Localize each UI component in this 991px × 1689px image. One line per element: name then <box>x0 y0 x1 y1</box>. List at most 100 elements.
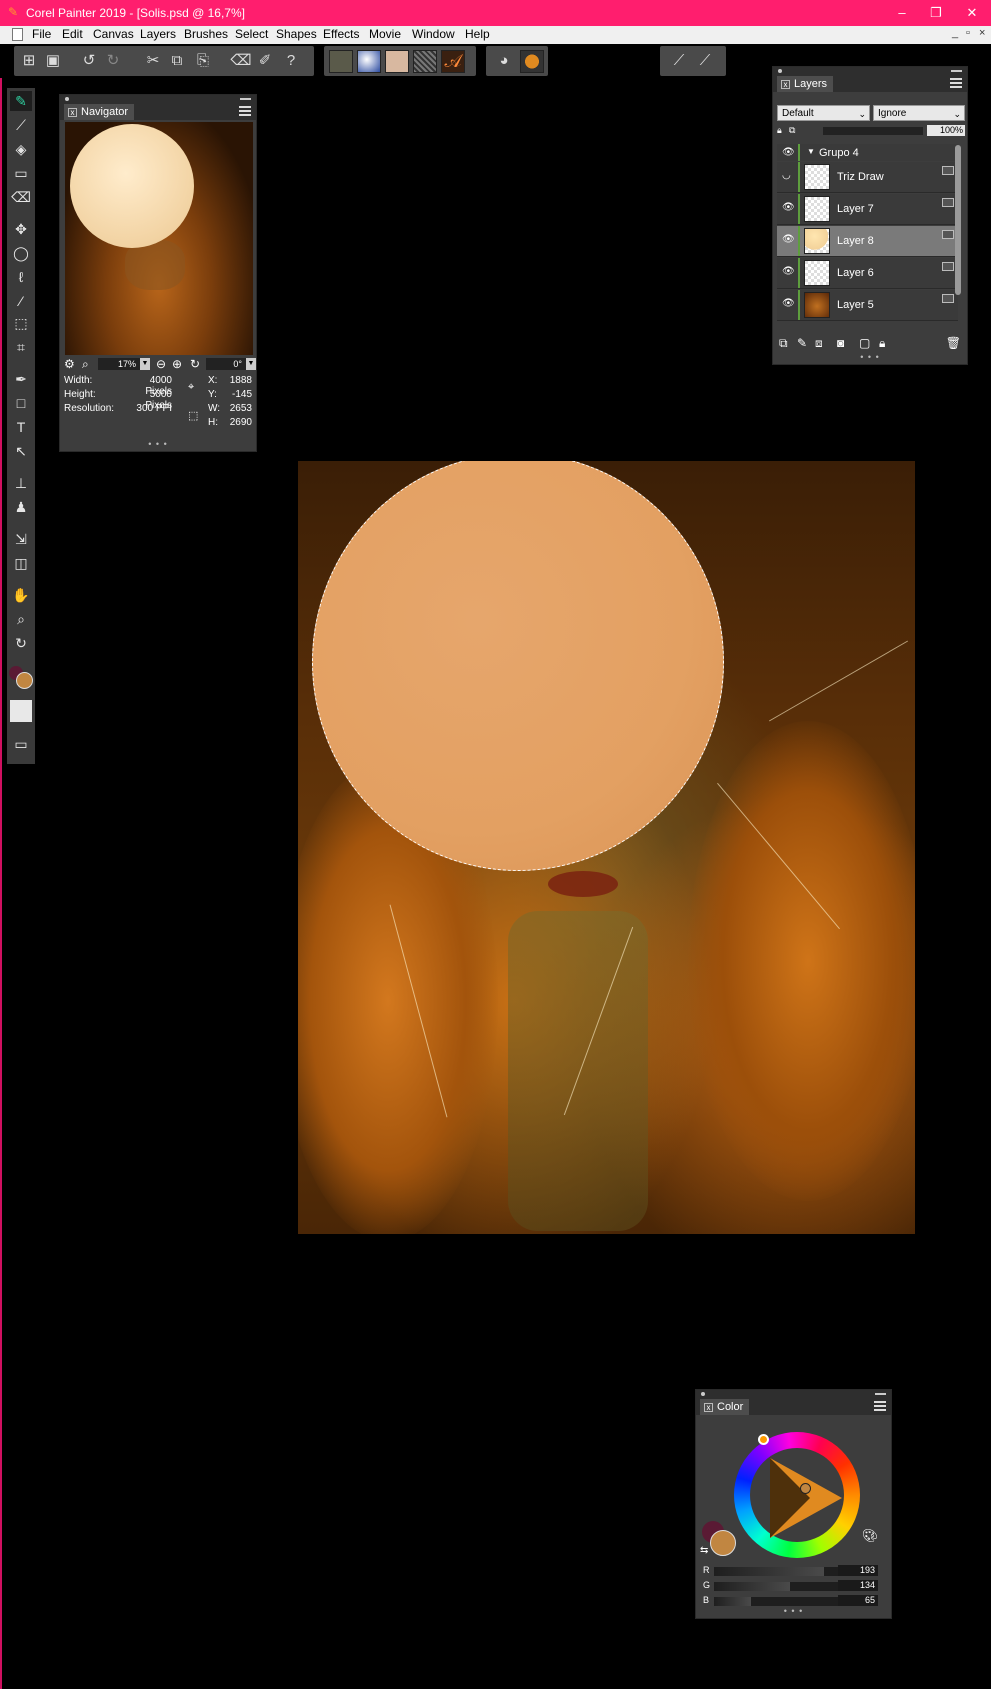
chevron-down-icon[interactable]: ▼ <box>807 147 815 156</box>
brush-stroke-icon[interactable]: 𝒜 <box>441 50 465 73</box>
eye-icon[interactable]: 👁︎ <box>782 267 795 277</box>
red-value[interactable]: 193 <box>838 1565 878 1576</box>
dynamic-plugins-icon[interactable]: ✎ <box>797 336 807 350</box>
menu-movie[interactable]: Movie <box>369 27 401 41</box>
composite-method-select[interactable]: Default ⌄ <box>777 105 870 121</box>
panel-expand-handle[interactable]: • • • <box>60 439 256 449</box>
paper-texture-icon[interactable] <box>329 50 353 73</box>
menu-edit[interactable]: Edit <box>62 27 83 41</box>
pattern-icon[interactable] <box>413 50 437 73</box>
document-restore-button[interactable]: ▫ <box>966 27 970 39</box>
panel-drag-bar[interactable] <box>696 1390 891 1398</box>
layer-row[interactable]: ◡ Triz Draw <box>777 162 958 193</box>
menu-shapes[interactable]: Shapes <box>276 27 317 41</box>
lock-icon[interactable]: 🔒︎ <box>879 336 885 351</box>
paint-bucket-tool-icon[interactable]: ◈ <box>10 139 32 159</box>
transform-tool-icon[interactable]: ◫ <box>10 553 32 573</box>
panel-menu-icon[interactable] <box>874 1401 886 1411</box>
magnifier-tool-icon[interactable]: ⌕ <box>10 609 32 629</box>
layer-options-icon[interactable] <box>942 262 954 271</box>
selection-adjuster-tool-icon[interactable]: ⬚ <box>10 313 32 333</box>
panel-drag-bar[interactable] <box>773 67 967 75</box>
magic-wand-tool-icon[interactable]: ⁄ <box>10 291 32 311</box>
close-panel-icon[interactable]: x <box>781 80 790 89</box>
rotation-field[interactable]: 0° <box>206 358 246 370</box>
new-layer-icon[interactable]: ▢ <box>859 336 870 350</box>
lasso-tool-icon[interactable]: ℓ <box>10 267 32 287</box>
minimize-button[interactable]: – <box>888 3 916 23</box>
brush-icon[interactable]: ✐ <box>254 50 276 72</box>
menu-window[interactable]: Window <box>412 27 455 41</box>
layer-options-icon[interactable] <box>942 230 954 239</box>
eye-icon[interactable]: 👁︎ <box>782 203 795 213</box>
document-close-button[interactable]: × <box>979 27 985 39</box>
close-panel-icon[interactable]: x <box>68 108 77 117</box>
flow-map-icon[interactable] <box>357 50 381 73</box>
trash-icon[interactable]: 🗑︎ <box>946 336 961 350</box>
swap-colors-icon[interactable]: ⇆ <box>700 1545 708 1556</box>
main-color-swatch[interactable] <box>710 1530 736 1556</box>
layer-options-icon[interactable] <box>942 198 954 207</box>
selection-circle[interactable] <box>312 461 724 871</box>
layer-options-icon[interactable] <box>942 294 954 303</box>
document-minimize-button[interactable]: _ <box>952 27 958 39</box>
layer-row[interactable]: 👁︎ Layer 6 <box>777 258 958 289</box>
lock-transparency-icon[interactable]: 🔒︎ <box>777 125 782 136</box>
layer-row[interactable]: 👁︎ Layer 7 <box>777 194 958 225</box>
undo-icon[interactable]: ↺ <box>78 50 100 72</box>
eye-closed-icon[interactable]: ◡ <box>782 171 794 181</box>
tab-color[interactable]: x Color <box>700 1399 750 1415</box>
navigator-thumbnail[interactable] <box>65 122 253 355</box>
layers-scrollbar[interactable] <box>955 145 961 295</box>
brush-ghost-icon[interactable]: ◕ <box>493 50 515 72</box>
perspective-tool-icon[interactable]: ⇲ <box>10 529 32 549</box>
panel-menu-icon[interactable] <box>950 78 962 88</box>
green-slider[interactable]: G 134 <box>700 1580 878 1592</box>
close-button[interactable]: ✕ <box>958 3 986 23</box>
save-icon[interactable]: ▣ <box>42 50 64 72</box>
shape-selection-tool-icon[interactable]: ↖ <box>10 441 32 461</box>
layer-adjuster-tool-icon[interactable]: ✥ <box>10 219 32 239</box>
zoom-in-icon[interactable]: ⊕ <box>172 357 182 371</box>
opacity-field[interactable]: 100% <box>927 125 965 136</box>
crop-tool-icon[interactable]: ⌗ <box>10 337 32 357</box>
menu-effects[interactable]: Effects <box>323 27 359 41</box>
zoom-field[interactable]: 17% <box>98 358 140 370</box>
panel-expand-handle[interactable]: • • • <box>696 1606 891 1616</box>
paste-icon[interactable]: ⎘ <box>192 50 214 72</box>
layer-group-row[interactable]: 👁︎ ▼ Grupo 4 <box>777 144 958 161</box>
rotate-icon[interactable]: ↻ <box>190 357 200 371</box>
green-value[interactable]: 134 <box>838 1580 878 1591</box>
eraser-layer-icon[interactable]: ⌫ <box>230 50 252 72</box>
pen-tool-icon[interactable]: ✒ <box>10 369 32 389</box>
document-icon[interactable] <box>12 28 23 41</box>
panel-menu-icon[interactable] <box>239 106 251 116</box>
mask-icon[interactable]: ◙ <box>837 336 844 350</box>
color-picker-handle[interactable] <box>800 1483 811 1494</box>
copy-icon[interactable]: ⧉ <box>166 50 188 72</box>
restore-button[interactable]: ❐ <box>922 3 950 23</box>
menu-help[interactable]: Help <box>465 27 490 41</box>
text-tool-icon[interactable]: T <box>10 417 32 437</box>
menu-select[interactable]: Select <box>235 27 268 41</box>
panel-drag-bar[interactable] <box>60 95 256 103</box>
new-group-icon[interactable]: ⧈ <box>815 336 823 351</box>
zoom-dropdown-icon[interactable]: ▼ <box>140 358 150 370</box>
rectangle-tool-icon[interactable]: □ <box>10 393 32 413</box>
new-document-icon[interactable]: ⊞ <box>18 50 40 72</box>
rubber-stamp-tool-icon[interactable]: ♟ <box>10 497 32 517</box>
eraser-tool-icon[interactable]: ⌫ <box>10 187 32 207</box>
paper-grain-icon[interactable] <box>385 50 409 73</box>
layer-row[interactable]: 👁︎ Layer 5 <box>777 290 958 321</box>
eye-icon[interactable]: 👁︎ <box>782 299 795 309</box>
rotate-page-tool-icon[interactable]: ↻ <box>10 633 32 653</box>
menu-brushes[interactable]: Brushes <box>184 27 228 41</box>
cut-icon[interactable]: ✂ <box>142 50 164 72</box>
layer-row[interactable]: 👁︎ Layer 8 <box>777 226 958 257</box>
gradient-tool-icon[interactable]: ▭ <box>10 163 32 183</box>
oval-selection-tool-icon[interactable]: ◯ <box>10 243 32 263</box>
grabber-tool-icon[interactable]: ✋ <box>10 585 32 605</box>
preserve-select[interactable]: Ignore ⌄ <box>873 105 965 121</box>
tab-layers[interactable]: x Layers <box>777 76 834 92</box>
rotation-dropdown-icon[interactable]: ▼ <box>246 358 256 370</box>
